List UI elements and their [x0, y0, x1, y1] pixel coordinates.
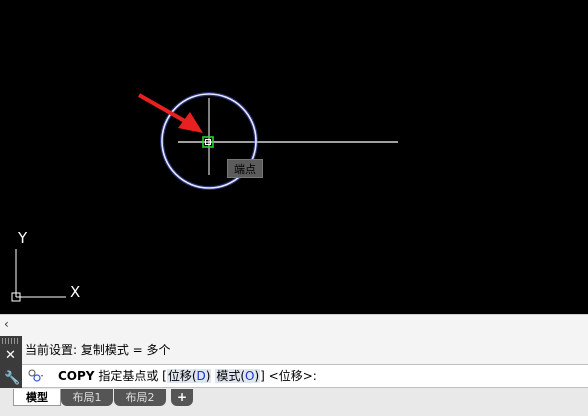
- option-mode[interactable]: 模式(O): [215, 369, 261, 383]
- layout-tabs-bar: 模型 布局1 布局2 +: [0, 388, 588, 416]
- ucs-y-label: Y: [17, 229, 28, 247]
- red-arrow-head: [178, 112, 203, 133]
- tab-layout2[interactable]: 布局2: [114, 389, 166, 406]
- tab-layout1[interactable]: 布局1: [61, 389, 113, 406]
- chevron-left-icon[interactable]: ‹: [4, 317, 9, 331]
- tab-model[interactable]: 模型: [13, 389, 61, 406]
- close-icon[interactable]: ✕: [5, 348, 16, 363]
- drag-grip-icon[interactable]: [2, 338, 20, 344]
- command-options-icon[interactable]: [27, 367, 45, 385]
- wrench-icon[interactable]: 🔧: [4, 371, 20, 386]
- command-name: COPY: [58, 369, 95, 383]
- command-prompt: 指定基点或: [98, 369, 159, 383]
- command-line-sidebar: ✕ 🔧: [0, 336, 22, 388]
- snap-tooltip: 端点: [227, 159, 263, 178]
- command-input-line[interactable]: COPY 指定基点或 [位移(D) 模式(O)] <位移>:: [22, 364, 588, 388]
- ucs-x-label: X: [70, 283, 80, 301]
- drawing-svg[interactable]: Y X: [0, 0, 588, 314]
- add-layout-button[interactable]: +: [171, 389, 193, 406]
- command-default: <位移>:: [268, 369, 317, 383]
- option-displacement[interactable]: 位移(D): [166, 369, 212, 383]
- drawing-canvas[interactable]: Y X 端点: [0, 0, 588, 314]
- command-history-line: 当前设置: 复制模式 = 多个: [22, 336, 588, 364]
- bracket-close: ]: [260, 369, 265, 383]
- command-history-toggle[interactable]: ‹: [0, 314, 588, 336]
- red-arrow-shaft: [138, 93, 191, 126]
